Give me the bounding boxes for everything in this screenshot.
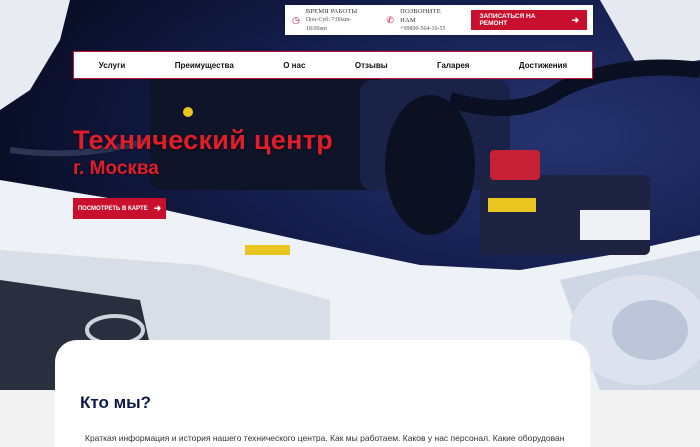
phone-icon: ✆ xyxy=(386,15,394,25)
view-map-button[interactable]: Посмотреть в карте ➜ xyxy=(73,198,166,219)
hours-value: Пон-Суб: 7:00am-18:00am xyxy=(305,16,352,32)
hours-label: Время работы xyxy=(305,7,358,15)
about-text: Краткая информация и история нашего техн… xyxy=(85,433,565,443)
arrow-right-icon: ➜ xyxy=(571,14,579,25)
arrow-right-icon: ➜ xyxy=(153,203,162,213)
main-nav: Услуги Преимущества О нас Отзывы Галарея… xyxy=(73,51,593,79)
nav-item-achievements[interactable]: Достижения xyxy=(519,61,567,70)
phone-block[interactable]: ✆ Позвоните нам +99890-564-16-55 xyxy=(385,7,457,34)
nav-item-services[interactable]: Услуги xyxy=(99,61,126,70)
book-repair-label: Записаться на ремонт xyxy=(479,13,536,27)
book-repair-button[interactable]: Записаться на ремонт ➜ xyxy=(471,10,587,30)
hero-title: Технический центр xyxy=(73,125,334,155)
phone-value[interactable]: +99890-564-16-55 xyxy=(400,25,457,34)
nav-item-advantages[interactable]: Преимущества xyxy=(175,61,234,70)
nav-item-gallery[interactable]: Галарея xyxy=(437,61,469,70)
phone-label: Позвоните нам xyxy=(400,7,441,24)
clock-icon: ◷ xyxy=(291,15,300,25)
view-map-label: Посмотреть в карте xyxy=(77,205,148,212)
nav-item-about[interactable]: О нас xyxy=(283,61,305,70)
working-hours-block: ◷ Время работы Пон-Суб: 7:00am-18:00am xyxy=(291,7,371,34)
top-info-bar: ◷ Время работы Пон-Суб: 7:00am-18:00am ✆… xyxy=(285,5,593,35)
nav-item-reviews[interactable]: Отзывы xyxy=(355,61,388,70)
hero-subtitle: г. Москва xyxy=(73,158,159,179)
about-title: Кто мы? xyxy=(80,393,152,412)
